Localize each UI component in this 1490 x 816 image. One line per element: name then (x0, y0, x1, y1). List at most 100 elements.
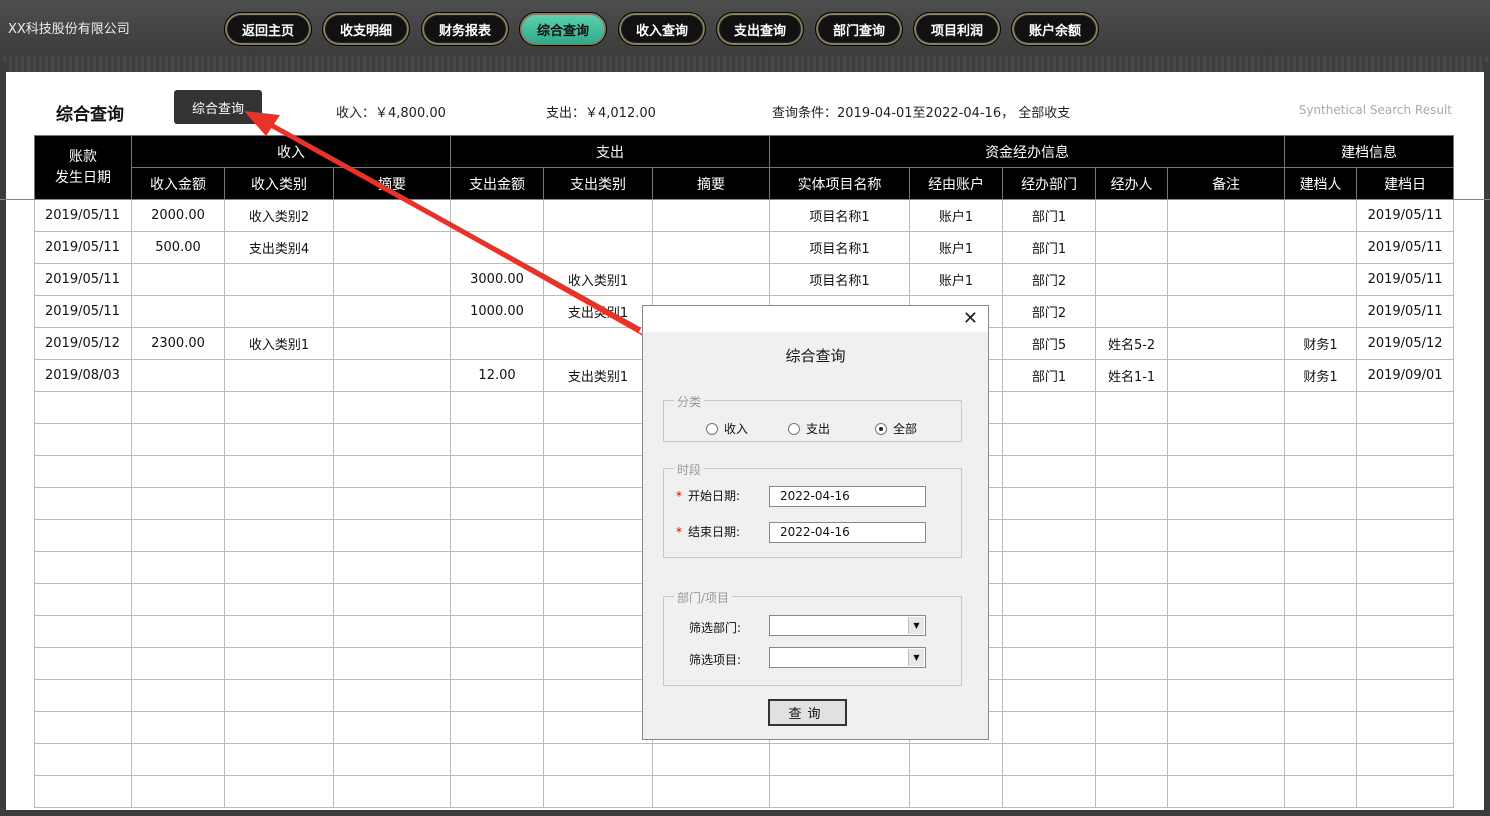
table-cell (1284, 711, 1358, 744)
filter-group: 部门/项目 筛选部门: ▼ 筛选项目: ▼ (663, 589, 962, 686)
table-cell (1284, 423, 1358, 456)
table-cell (909, 775, 1004, 808)
column-header: 支出金额 (450, 167, 545, 200)
project-filter-select[interactable]: ▼ (769, 647, 926, 668)
table-cell (1167, 327, 1286, 360)
table-cell (131, 743, 225, 776)
nav-reports-button[interactable]: 财务报表 (421, 12, 509, 46)
table-cell (543, 711, 654, 744)
table-cell (224, 423, 334, 456)
radio-income-indicator (706, 422, 718, 435)
column-header: 摘要 (652, 167, 771, 200)
end-date-input[interactable]: 2022-04-16 (769, 522, 926, 543)
nav-dept-query-button[interactable]: 部门查询 (815, 12, 903, 46)
table-cell (652, 199, 771, 232)
header-fund-group: 资金经办信息 (769, 135, 1286, 168)
table-cell: 部门1 (1002, 359, 1097, 392)
header-income-group: 收入 (130, 135, 452, 168)
radio-all-label: 全部 (893, 422, 918, 436)
table-cell (1356, 647, 1455, 680)
table-cell (1167, 647, 1286, 680)
table-cell: 账户1 (909, 199, 1004, 232)
table-cell (1356, 583, 1455, 616)
table-cell (1095, 775, 1169, 808)
table-cell (34, 583, 132, 616)
radio-expense-label: 支出 (806, 422, 831, 436)
radio-expense[interactable]: 支出 (788, 420, 830, 437)
query-condition: 查询条件：2019-04-01至2022-04-16， 全部收支 (772, 106, 1071, 121)
table-cell (450, 231, 545, 264)
table-cell (224, 455, 334, 488)
table-cell (450, 391, 545, 424)
table-cell: 收入类别2 (224, 199, 334, 232)
table-cell: 部门5 (1002, 327, 1097, 360)
nav-transactions-button[interactable]: 收支明细 (322, 12, 410, 46)
table-row[interactable]: 2019/05/11 500.00 支出类别4 项目名称1 账户1 部门1 2019/05/… (34, 231, 1455, 264)
table-cell (1284, 679, 1358, 712)
table-cell (1095, 295, 1169, 328)
income-summary: 收入：￥4,800.00 (336, 106, 446, 121)
search-tooltip-button[interactable]: 综合查询 (174, 90, 262, 124)
header-expense-group: 支出 (450, 135, 771, 168)
table-cell (450, 519, 545, 552)
table-cell (224, 519, 334, 552)
table-cell (34, 519, 132, 552)
table-cell (543, 455, 654, 488)
table-cell (1356, 775, 1455, 808)
table-row[interactable]: 2019/05/11 3000.00 收入类别1 项目名称1 账户1 部门2 2019/05… (34, 263, 1455, 296)
table-cell: 12.00 (450, 359, 545, 392)
table-cell (543, 679, 654, 712)
radio-income[interactable]: 收入 (706, 420, 748, 437)
start-date-input[interactable]: 2022-04-16 (769, 486, 926, 507)
table-row[interactable]: 2019/05/11 2000.00 收入类别2 项目名称1 账户1 部门1 2019/05… (34, 199, 1455, 232)
table-cell: 姓名5-2 (1095, 327, 1169, 360)
table-cell: 项目名称1 (769, 199, 911, 232)
column-header: 收入金额 (131, 167, 225, 200)
table-cell (332, 775, 452, 808)
nav-expense-query-button[interactable]: 支出查询 (716, 12, 804, 46)
table-cell (332, 711, 452, 744)
table-cell (1167, 487, 1286, 520)
radio-expense-indicator (788, 422, 800, 435)
table-cell (131, 359, 225, 392)
nav-home-button[interactable]: 返回主页 (224, 12, 312, 46)
table-cell (1002, 423, 1097, 456)
radio-all[interactable]: 全部 (875, 420, 917, 437)
table-cell (332, 263, 452, 296)
table-cell (131, 551, 225, 584)
table-cell (332, 231, 452, 264)
close-icon[interactable]: ✕ (963, 308, 978, 329)
search-dialog: ✕ 综合查询 分类 收入 支出 全部 时段 * 开始日期: 2022-04-16 … (642, 305, 989, 740)
table-cell (450, 583, 545, 616)
table-cell (1167, 359, 1286, 392)
table-cell: 2019/05/11 (34, 199, 132, 232)
dept-filter-select[interactable]: ▼ (769, 615, 926, 636)
group-header-row: 账款 发生日期 收入 支出 资金经办信息 建档信息 (34, 135, 1455, 200)
bottom-frame (0, 810, 1490, 816)
nav-account-balance-button[interactable]: 账户余额 (1011, 12, 1099, 46)
table-cell (1002, 519, 1097, 552)
table-cell (909, 743, 1004, 776)
table-cell (1002, 487, 1097, 520)
nav-search-button[interactable]: 综合查询 (519, 12, 607, 46)
table-cell (1095, 711, 1169, 744)
nav-income-query-button[interactable]: 收入查询 (618, 12, 706, 46)
nav-project-profit-button[interactable]: 项目利润 (913, 12, 1001, 46)
table-cell: 2019/05/11 (1356, 199, 1455, 232)
table-cell (1284, 455, 1358, 488)
table-cell (652, 743, 771, 776)
table-cell (450, 455, 545, 488)
table-cell (224, 615, 334, 648)
column-header-row: 收入金额 收入类别 摘要 支出金额 支出类别 摘要 实体项目名称 经由账户 经办部门 经办人 备注建… (35, 167, 1455, 200)
table-cell (450, 327, 545, 360)
table-cell (224, 551, 334, 584)
table-cell (1167, 583, 1286, 616)
table-cell: 2019/08/03 (34, 359, 132, 392)
table-cell (332, 551, 452, 584)
end-date-label: 结束日期: (688, 525, 741, 539)
query-button[interactable]: 查询 (768, 699, 847, 726)
table-cell (131, 775, 225, 808)
right-frame (1484, 62, 1490, 816)
table-cell (1167, 711, 1286, 744)
table-cell (224, 647, 334, 680)
